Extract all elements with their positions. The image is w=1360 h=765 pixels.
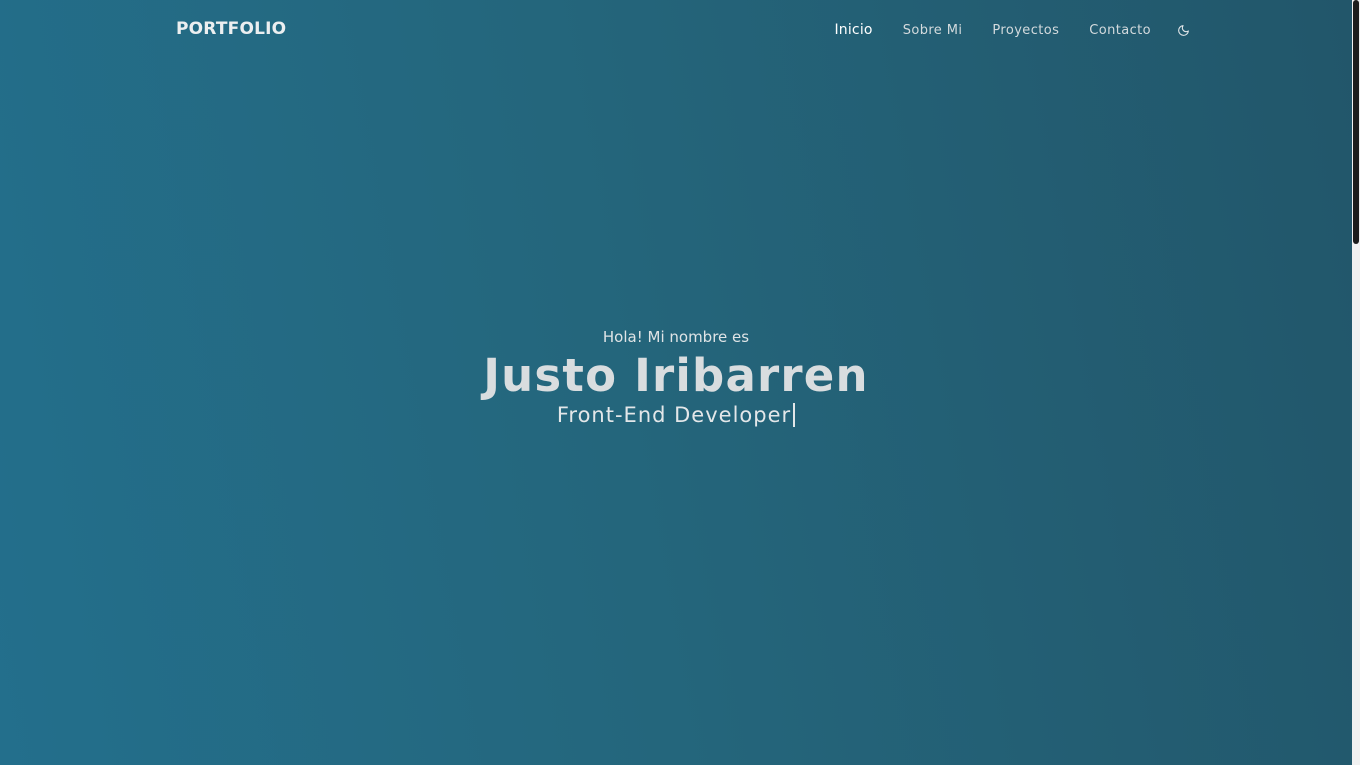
hero-role: Front-End Developer	[556, 403, 792, 428]
hero-greeting: Hola! Mi nombre es	[602, 327, 750, 346]
hero-section: Hola! Mi nombre es Justo Iribarren Front…	[0, 0, 1352, 765]
hero-name: Justo Iribarren	[483, 348, 869, 402]
hero-role-wrap: Front-End Developer	[556, 403, 796, 428]
scrollbar-thumb[interactable]	[1353, 0, 1359, 244]
page-scrollbar[interactable]	[1352, 0, 1360, 765]
page: PORTFOLIO Inicio Sobre Mi Proyectos Cont…	[0, 0, 1352, 765]
typing-cursor	[793, 403, 796, 428]
